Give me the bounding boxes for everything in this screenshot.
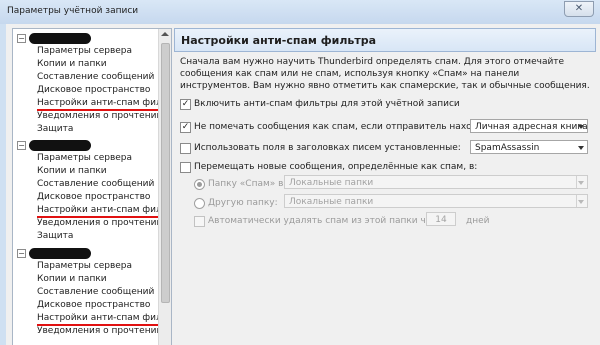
account-tree: − Параметры сервера Копии и папки Состав… [12,28,172,345]
panel-header: Настройки анти-спам фильтра [174,28,596,52]
tree-item-security[interactable]: Защита [37,230,73,243]
redacted-account-name [29,140,91,151]
close-button[interactable]: ✕ [564,1,594,17]
other-folder-select[interactable]: Локальные папки [284,194,588,208]
junk-settings-panel: Настройки анти-спам фильтра Сначала вам … [174,28,596,345]
account-node-3[interactable]: − [13,247,158,260]
chevron-down-icon [578,125,584,129]
address-book-value: Личная адресная книга [475,122,588,132]
tree-item-disk-space[interactable]: Дисковое пространство [37,299,150,312]
move-spam-row[interactable]: Перемещать новые сообщения, определённые… [180,161,590,175]
account-node-2[interactable]: − [13,139,158,152]
account-settings-window: Параметры учётной записи ✕ − Параметры с… [0,0,600,345]
spam-folder-radio-row[interactable]: Папку «Спам» в: [194,178,294,192]
auto-delete-checkbox[interactable] [194,216,205,227]
redacted-account-name [29,33,91,44]
account-node-1[interactable]: − [13,32,158,45]
tree-item-copies-folders[interactable]: Копии и папки [37,273,107,286]
scroll-up-icon[interactable] [161,32,169,36]
days-unit-label: дней [466,216,490,226]
tree-item-return-receipts[interactable]: Уведомления о прочтении [37,217,162,230]
tree-item-composition[interactable]: Составление сообщений и ... [37,71,171,84]
whitelist-checkbox[interactable]: ✓ [180,122,191,133]
chevron-down-icon [578,146,584,150]
move-spam-label[interactable]: Перемещать новые сообщения, определённые… [194,161,477,173]
spam-folder-value: Локальные папки [289,178,374,188]
redacted-account-name [29,248,91,259]
tree-item-return-receipts[interactable]: Уведомления о прочтении [37,325,162,338]
address-book-select[interactable]: Личная адресная книга [470,119,588,133]
enable-filter-label[interactable]: Включить анти-спам фильтры для этой учёт… [194,98,460,110]
enable-filter-row[interactable]: ✓ Включить анти-спам фильтры для этой уч… [180,98,590,112]
chevron-down-icon [578,200,584,204]
spam-folder-select[interactable]: Локальные папки [284,175,588,189]
auto-delete-label[interactable]: Автоматически удалять спам из этой папки… [208,215,447,227]
spam-filter-select[interactable]: SpamAssassin [470,140,588,154]
close-icon: ✕ [574,3,584,14]
other-folder-radio[interactable] [194,198,205,209]
other-folder-label[interactable]: Другую папку: [208,197,278,209]
move-spam-checkbox[interactable] [180,162,191,173]
tree-item-composition[interactable]: Составление сообщений и ... [37,286,171,299]
use-headers-checkbox[interactable] [180,143,191,154]
collapse-icon[interactable]: − [17,249,26,258]
tree-scrollbar[interactable] [158,29,171,345]
collapse-icon[interactable]: − [17,34,26,43]
scroll-thumb[interactable] [161,43,170,303]
tree-item-disk-space[interactable]: Дисковое пространство [37,84,150,97]
tree-item-return-receipts[interactable]: Уведомления о прочтении [37,110,162,123]
use-headers-row[interactable]: Использовать поля в заголовках писем уст… [180,142,470,156]
auto-delete-days-input[interactable]: 14 [426,212,456,226]
page-title: Настройки анти-спам фильтра [181,34,377,47]
auto-delete-row[interactable]: Автоматически удалять спам из этой папки… [194,215,447,229]
collapse-icon[interactable]: − [17,141,26,150]
window-title: Параметры учётной записи [7,6,139,16]
other-folder-value: Локальные папки [289,197,374,207]
intro-text: Сначала вам нужно научить Thunderbird оп… [180,57,590,91]
enable-filter-checkbox[interactable]: ✓ [180,99,191,110]
title-bar: Параметры учётной записи ✕ [0,0,600,24]
tree-item-disk-space[interactable]: Дисковое пространство [37,191,150,204]
spam-filter-value: SpamAssassin [475,143,540,153]
tree-item-server-settings[interactable]: Параметры сервера [37,45,132,58]
chevron-down-icon [578,181,584,185]
other-folder-radio-row[interactable]: Другую папку: [194,197,294,211]
tree-item-composition[interactable]: Составление сообщений и ... [37,178,171,191]
tree-item-copies-folders[interactable]: Копии и папки [37,58,107,71]
whitelist-label[interactable]: Не помечать сообщения как спам, если отп… [194,121,511,133]
tree-item-server-settings[interactable]: Параметры сервера [37,152,132,165]
tree-item-copies-folders[interactable]: Копии и папки [37,165,107,178]
spam-folder-radio[interactable] [194,179,205,190]
use-headers-label[interactable]: Использовать поля в заголовках писем уст… [194,142,461,154]
spam-folder-label[interactable]: Папку «Спам» в: [208,178,286,190]
tree-item-security[interactable]: Защита [37,123,73,136]
tree-item-server-settings[interactable]: Параметры сервера [37,260,132,273]
